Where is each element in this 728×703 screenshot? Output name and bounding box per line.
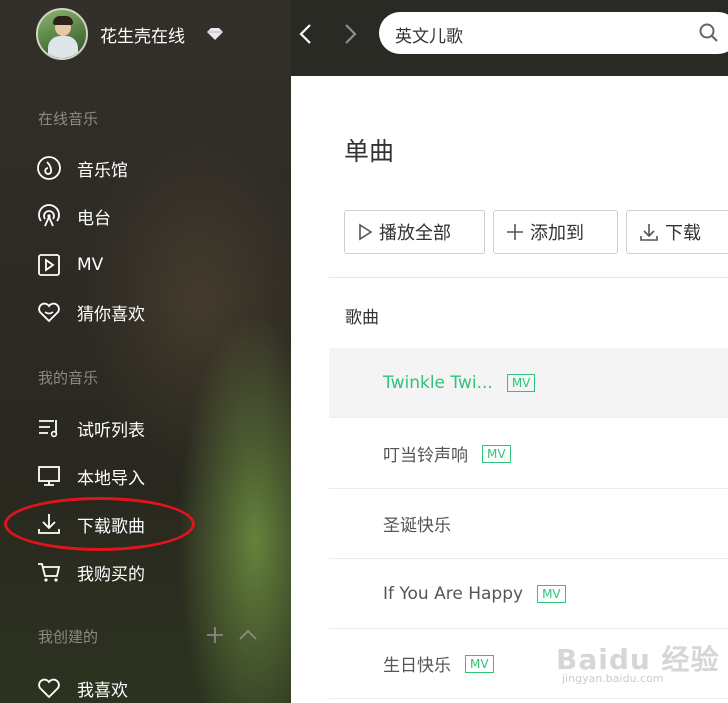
song-row[interactable]: Twinkle Twi... MV [329, 348, 728, 418]
top-bar: 花生壳在线 [0, 0, 728, 76]
add-to-label: 添加到 [530, 223, 584, 244]
cart-icon [36, 559, 62, 585]
forward-arrow-icon[interactable] [340, 22, 360, 46]
song-title[interactable]: Twinkle Twi... [383, 373, 493, 393]
play-all-label: 播放全部 [379, 223, 451, 244]
sidebar-item-label: MV [77, 255, 104, 275]
search-box [379, 12, 728, 54]
song-title[interactable]: 生日快乐 [383, 651, 451, 676]
add-playlist-icon[interactable] [206, 626, 224, 648]
search-input[interactable] [393, 20, 687, 48]
mv-badge[interactable]: MV [482, 444, 511, 463]
column-header-song: 歌曲 [345, 308, 379, 328]
heart-icon [36, 675, 62, 701]
download-button[interactable]: 下载 [626, 210, 728, 254]
sidebar-item-trial-list[interactable]: 试听列表 [36, 413, 256, 443]
sidebar-item-label: 音乐馆 [77, 160, 128, 181]
section-online-music: 在线音乐 [38, 110, 99, 128]
username[interactable]: 花生壳在线 [100, 22, 185, 47]
plus-icon [507, 224, 523, 240]
highlight-circle [4, 497, 195, 551]
play-icon [359, 223, 373, 241]
mv-play-icon [36, 252, 62, 278]
section-my-music: 我的音乐 [38, 369, 99, 387]
sidebar-item-label: 猜你喜欢 [77, 304, 145, 325]
sidebar-item-guess-you-like[interactable]: 猜你喜欢 [36, 297, 256, 327]
song-title[interactable]: 圣诞快乐 [383, 511, 451, 536]
page-title: 单曲 [344, 137, 395, 166]
divider [329, 277, 728, 278]
avatar[interactable] [36, 8, 88, 60]
sidebar-item-radio[interactable]: 电台 [36, 201, 256, 231]
sidebar-item-label: 试听列表 [77, 420, 145, 441]
back-arrow-icon[interactable] [296, 22, 316, 46]
song-row[interactable]: 圣诞快乐 [329, 489, 728, 559]
song-title[interactable]: If You Are Happy [383, 584, 523, 604]
sidebar-item-mv[interactable]: MV [36, 250, 256, 280]
sidebar-item-purchased[interactable]: 我购买的 [36, 557, 256, 587]
sidebar-item-favorites[interactable]: 我喜欢 [36, 673, 256, 703]
main-panel: 单曲 播放全部 添加到 下载 歌曲 Twinkle Twi... MV 叮当铃声… [291, 76, 728, 703]
radio-icon [36, 203, 62, 229]
sidebar-item-label: 本地导入 [77, 468, 145, 489]
playlist-icon [36, 415, 62, 441]
mv-badge[interactable]: MV [465, 654, 494, 673]
collapse-icon[interactable] [238, 626, 258, 648]
sidebar: 在线音乐 音乐馆 电台 MV 猜你喜欢 我的音乐 试听列表 本地导入 下载歌曲 … [0, 0, 291, 703]
song-title[interactable]: 叮当铃声响 [383, 441, 468, 466]
sidebar-item-label: 我喜欢 [77, 680, 128, 701]
sidebar-item-music-hall[interactable]: 音乐馆 [36, 153, 256, 183]
download-icon [640, 224, 658, 241]
search-icon[interactable] [699, 23, 719, 43]
created-actions [206, 626, 258, 648]
play-all-button[interactable]: 播放全部 [344, 210, 485, 254]
song-row[interactable]: 生日快乐 MV [329, 629, 728, 699]
song-row[interactable]: 叮当铃声响 MV [329, 419, 728, 489]
sidebar-item-label: 电台 [77, 208, 111, 229]
download-label: 下载 [665, 223, 701, 244]
music-hall-icon [36, 155, 62, 181]
heart-smile-icon [36, 299, 62, 325]
sidebar-item-local-import[interactable]: 本地导入 [36, 461, 256, 491]
mv-badge[interactable]: MV [537, 584, 566, 603]
add-to-button[interactable]: 添加到 [493, 210, 618, 254]
mv-badge[interactable]: MV [506, 373, 536, 392]
sidebar-item-label: 我购买的 [77, 564, 145, 585]
monitor-icon [36, 463, 62, 489]
song-row[interactable]: If You Are Happy MV [329, 559, 728, 629]
diamond-icon[interactable] [206, 26, 224, 40]
section-created-by-me: 我创建的 [38, 628, 99, 646]
